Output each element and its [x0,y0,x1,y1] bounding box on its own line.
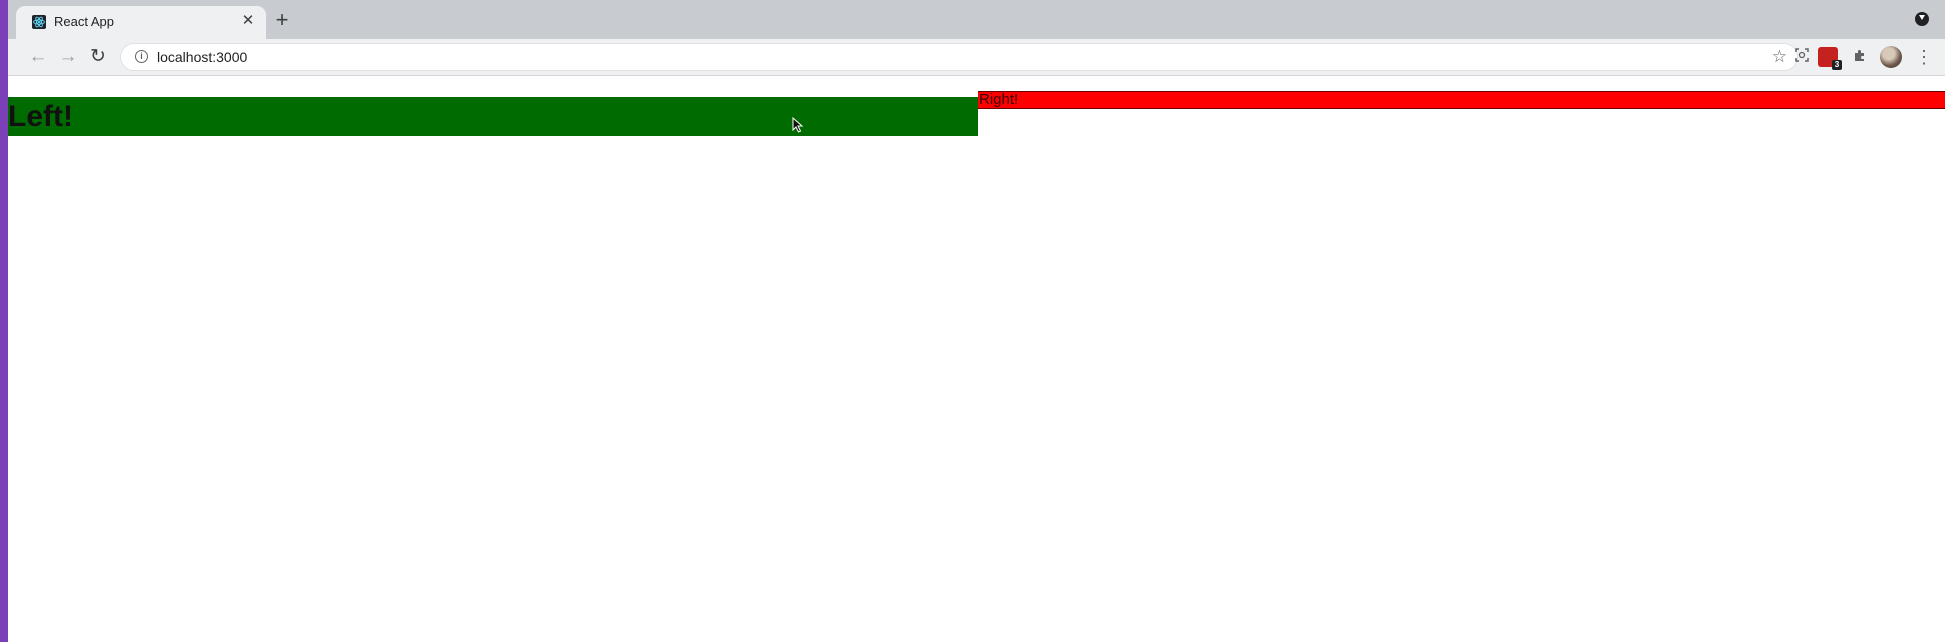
tab-search-icon[interactable] [1915,12,1929,26]
tab-title: React App [54,14,114,29]
url-text[interactable]: localhost:3000 [157,49,247,65]
extension-badge-count: 3 [1832,60,1842,70]
browser-toolbar: ← → ↻ i localhost:3000 ☆ 3 ⋮ [8,39,1945,76]
browser-window: React App ✕ + ← → ↻ i localhost:3000 ☆ 3 [8,0,1945,642]
forward-arrow-icon[interactable]: → [56,45,80,69]
address-bar[interactable]: i localhost:3000 ☆ [120,43,1798,71]
tab-strip: React App ✕ + [8,0,1945,39]
site-info-icon[interactable]: i [135,50,148,63]
profile-avatar[interactable] [1880,46,1902,68]
back-arrow-icon[interactable]: ← [26,45,50,69]
mouse-cursor-icon [792,116,804,138]
tab-react-app[interactable]: React App ✕ [16,6,266,39]
screen-capture-extension-icon[interactable] [1792,47,1812,67]
red-extension-icon[interactable]: 3 [1818,47,1842,70]
react-logo-icon [32,15,46,29]
bookmark-star-icon[interactable]: ☆ [1772,47,1787,67]
right-panel: Right! [978,91,1945,109]
right-panel-text: Right! [979,91,1019,108]
left-panel: Left! [8,97,978,136]
reload-icon[interactable]: ↻ [86,45,110,69]
new-tab-button[interactable]: + [270,8,294,32]
close-tab-icon[interactable]: ✕ [240,13,256,29]
browser-menu-icon[interactable]: ⋮ [1914,46,1934,68]
desktop-edge [0,0,8,642]
left-panel-text: Left! [8,100,73,133]
extensions-puzzle-icon[interactable] [1850,47,1870,67]
